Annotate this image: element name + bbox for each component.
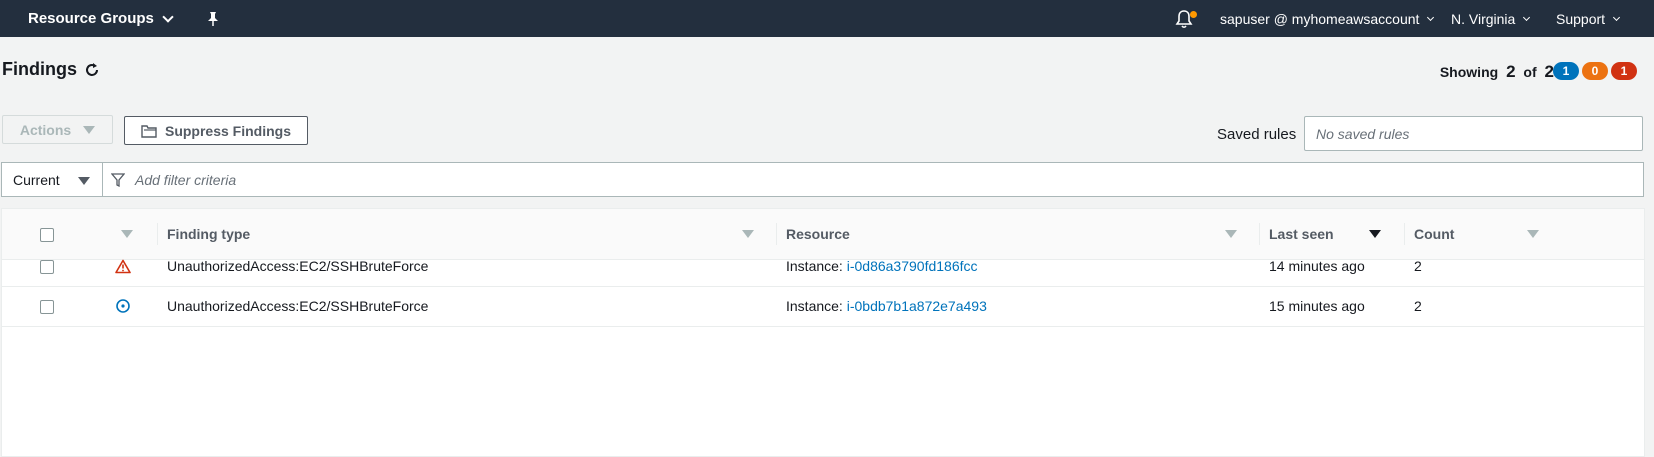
column-divider	[157, 223, 158, 245]
showing-count: Showing 2 of 2	[1440, 62, 1558, 82]
folder-icon	[141, 124, 157, 138]
of-label: of	[1523, 64, 1537, 80]
notifications-button[interactable]	[1175, 0, 1199, 37]
filter-scope-select[interactable]: Current	[2, 163, 103, 196]
suppress-findings-label: Suppress Findings	[164, 122, 291, 139]
resource-prefix: Instance:	[786, 258, 843, 274]
last-seen-sort-icon[interactable]	[1369, 230, 1381, 238]
resource-cell: Instance: i-0bdb7b1a872e7a493	[786, 286, 987, 326]
refresh-icon[interactable]	[83, 61, 101, 79]
showing-label: Showing	[1439, 64, 1499, 80]
region-label: N. Virginia	[1451, 10, 1516, 27]
column-divider	[1404, 223, 1405, 245]
count-cell: 2	[1414, 258, 1422, 274]
select-all-checkbox[interactable]	[40, 228, 54, 242]
suppress-findings-button[interactable]: Suppress Findings	[124, 116, 308, 145]
region-menu[interactable]: N. Virginia	[1451, 0, 1531, 37]
column-divider	[1259, 223, 1260, 245]
filter-bar: Current Add filter criteria	[1, 162, 1644, 197]
actions-label: Actions	[19, 121, 72, 138]
resource-groups-menu[interactable]: Resource Groups	[28, 0, 174, 37]
resource-link[interactable]: i-0d86a3790fd186fcc	[847, 258, 978, 274]
saved-rules-placeholder: No saved rules	[1316, 125, 1410, 142]
last-seen-cell: 14 minutes ago	[1269, 258, 1365, 274]
medium-severity-count[interactable]: 0	[1582, 62, 1608, 80]
filter-placeholder: Add filter criteria	[135, 171, 237, 188]
top-nav-bar: Resource Groups sapuser @ myhomeawsaccou…	[0, 0, 1654, 37]
finding-type-sort-icon[interactable]	[742, 230, 754, 238]
severity-sort-icon[interactable]	[121, 230, 133, 238]
saved-rules-label: Saved rules	[1217, 126, 1297, 143]
resource-cell: Instance: i-0d86a3790fd186fcc	[786, 246, 978, 286]
filter-icon	[111, 172, 125, 187]
dropdown-arrow-icon	[78, 177, 90, 185]
low-severity-count[interactable]: 1	[1553, 62, 1579, 80]
page-title: Findings	[2, 59, 77, 79]
pin-icon[interactable]	[206, 0, 220, 37]
severity-counts: 1 0 1	[1553, 62, 1637, 80]
account-label: sapuser @ myhomeawsaccount	[1220, 10, 1420, 27]
high-severity-count[interactable]: 1	[1611, 62, 1637, 80]
count-sort-icon[interactable]	[1527, 230, 1539, 238]
actions-button[interactable]: Actions	[2, 115, 113, 144]
row-checkbox[interactable]	[40, 300, 54, 314]
account-menu[interactable]: sapuser @ myhomeawsaccount	[1220, 0, 1435, 37]
finding-type-cell[interactable]: UnauthorizedAccess:EC2/SSHBruteForce	[167, 286, 428, 326]
last-seen-cell: 15 minutes ago	[1269, 298, 1365, 314]
resource-link[interactable]: i-0bdb7b1a872e7a493	[847, 298, 987, 314]
info-circle-icon	[115, 286, 131, 326]
count-cell: 2	[1414, 298, 1422, 314]
dropdown-arrow-icon	[83, 125, 96, 134]
chevron-down-icon	[162, 10, 174, 23]
filter-criteria-input[interactable]: Add filter criteria	[103, 163, 1643, 196]
warning-triangle-icon	[115, 246, 131, 286]
showing-number: 2	[1506, 62, 1516, 81]
column-divider	[776, 223, 777, 245]
table-row[interactable]: UnauthorizedAccess:EC2/SSHBruteForce Ins…	[2, 246, 1644, 287]
chevron-down-icon	[1613, 13, 1621, 21]
resource-groups-label: Resource Groups	[28, 10, 154, 27]
resource-prefix: Instance:	[786, 298, 843, 314]
saved-rules-input[interactable]: No saved rules	[1304, 116, 1643, 151]
notification-dot	[1190, 11, 1197, 18]
row-checkbox[interactable]	[40, 260, 54, 274]
chevron-down-icon	[1523, 13, 1531, 21]
support-menu[interactable]: Support	[1556, 0, 1621, 37]
support-label: Support	[1556, 10, 1606, 27]
table-row[interactable]: UnauthorizedAccess:EC2/SSHBruteForce Ins…	[2, 286, 1644, 327]
filter-scope-value: Current	[13, 171, 60, 188]
chevron-down-icon	[1427, 13, 1435, 21]
findings-table: Finding type Resource Last seen Count Un…	[1, 208, 1645, 457]
finding-type-cell[interactable]: UnauthorizedAccess:EC2/SSHBruteForce	[167, 246, 428, 286]
resource-sort-icon[interactable]	[1225, 230, 1237, 238]
page-header: Findings	[2, 59, 101, 80]
